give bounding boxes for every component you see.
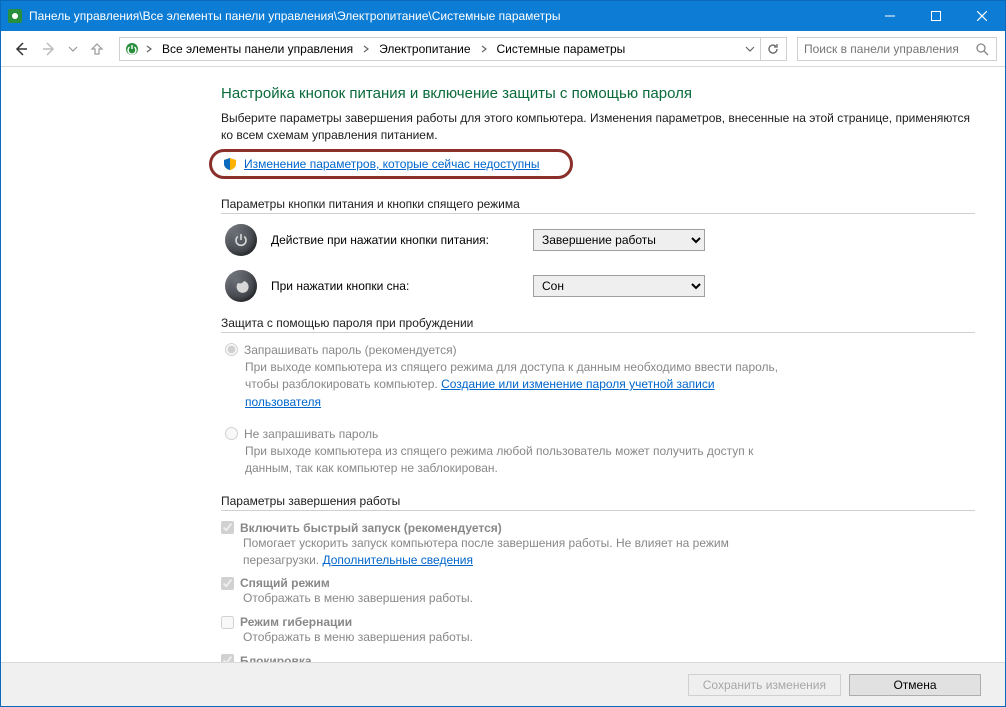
back-button[interactable]: [9, 37, 33, 61]
address-bar[interactable]: Все элементы панели управления Электропи…: [119, 37, 787, 61]
require-password-radio-input[interactable]: [225, 343, 238, 356]
require-password-radio[interactable]: Запрашивать пароль (рекомендуется): [225, 343, 975, 357]
sleep-icon: [225, 270, 257, 302]
sleep-button-action-select[interactable]: Сон: [533, 275, 705, 297]
no-password-radio[interactable]: Не запрашивать пароль: [225, 427, 975, 441]
fast-startup-desc-text: Помогает ускорить запуск компьютера посл…: [243, 536, 729, 567]
page-intro: Выберите параметры завершения работы для…: [221, 110, 975, 145]
sleep-checkbox[interactable]: Спящий режим: [221, 576, 975, 590]
chevron-right-icon[interactable]: [477, 38, 491, 60]
hibernate-checkbox-input[interactable]: [221, 616, 234, 629]
crumb-power[interactable]: Электропитание: [373, 38, 476, 60]
fast-startup-more-link[interactable]: Дополнительные сведения: [322, 553, 472, 567]
forward-button[interactable]: [37, 37, 61, 61]
no-password-radio-input[interactable]: [225, 427, 238, 440]
require-password-label: Запрашивать пароль (рекомендуется): [244, 343, 457, 357]
password-option-require: Запрашивать пароль (рекомендуется) При в…: [221, 343, 975, 411]
sleep-button-action-row: При нажатии кнопки сна: Сон: [221, 270, 975, 302]
chevron-right-icon[interactable]: [359, 38, 373, 60]
bottom-bar: Сохранить изменения Отмена: [1, 662, 1005, 706]
control-panel-icon: [7, 8, 23, 24]
navigation-bar: Все элементы панели управления Электропи…: [1, 31, 1005, 67]
chevron-right-icon[interactable]: [142, 38, 156, 60]
refresh-button[interactable]: [760, 38, 784, 60]
fast-startup-checkbox[interactable]: Включить быстрый запуск (рекомендуется): [221, 521, 975, 535]
power-button-action-select[interactable]: Завершение работы: [533, 229, 705, 251]
section-shutdown-header: Параметры завершения работы: [221, 494, 975, 511]
fast-startup-label: Включить быстрый запуск (рекомендуется): [240, 521, 502, 535]
history-chevron-icon[interactable]: [65, 37, 81, 61]
power-options-icon: [122, 41, 142, 57]
require-password-desc: При выходе компьютера из спящего режима …: [245, 359, 785, 411]
sleep-checkbox-input[interactable]: [221, 577, 234, 590]
fast-startup-checkbox-input[interactable]: [221, 521, 234, 534]
no-password-desc: При выходе компьютера из спящего режима …: [245, 443, 785, 478]
up-button[interactable]: [85, 37, 109, 61]
lock-checkbox[interactable]: Блокировка: [221, 654, 975, 662]
sleep-button-label: При нажатии кнопки сна:: [271, 279, 519, 293]
power-icon: [225, 224, 257, 256]
window: Панель управления\Все элементы панели уп…: [0, 0, 1006, 707]
power-button-action-row: Действие при нажатии кнопки питания: Зав…: [221, 224, 975, 256]
fast-startup-desc: Помогает ускорить запуск компьютера посл…: [243, 535, 783, 569]
lock-checkbox-input[interactable]: [221, 654, 234, 662]
crumb-system-settings[interactable]: Системные параметры: [491, 38, 632, 60]
elevate-highlight: Изменение параметров, которые сейчас нед…: [209, 149, 573, 179]
lock-label: Блокировка: [240, 654, 312, 662]
section-power-buttons-header: Параметры кнопки питания и кнопки спящег…: [221, 197, 975, 214]
hibernate-label: Режим гибернации: [240, 615, 352, 629]
save-button[interactable]: Сохранить изменения: [688, 674, 841, 696]
section-password-header: Защита с помощью пароля при пробуждении: [221, 316, 975, 333]
password-option-none: Не запрашивать пароль При выходе компьют…: [221, 427, 975, 478]
minimize-button[interactable]: [867, 1, 913, 31]
maximize-button[interactable]: [913, 1, 959, 31]
uac-shield-icon: [222, 156, 238, 172]
sleep-desc: Отображать в меню завершения работы.: [243, 590, 783, 607]
hibernate-desc: Отображать в меню завершения работы.: [243, 629, 783, 646]
content-area: Настройка кнопок питания и включение защ…: [1, 67, 1005, 706]
page-title: Настройка кнопок питания и включение защ…: [221, 85, 975, 102]
address-dropdown-icon[interactable]: [740, 44, 760, 54]
title-bar: Панель управления\Все элементы панели уп…: [1, 1, 1005, 31]
sleep-label: Спящий режим: [240, 576, 330, 590]
elevate-link[interactable]: Изменение параметров, которые сейчас нед…: [244, 157, 540, 171]
crumb-all-items[interactable]: Все элементы панели управления: [156, 38, 359, 60]
close-button[interactable]: [959, 1, 1005, 31]
search-box[interactable]: [797, 37, 997, 61]
search-icon[interactable]: [972, 42, 992, 56]
no-password-label: Не запрашивать пароль: [244, 427, 378, 441]
window-title: Панель управления\Все элементы панели уп…: [29, 9, 560, 23]
cancel-button[interactable]: Отмена: [849, 674, 981, 696]
hibernate-checkbox[interactable]: Режим гибернации: [221, 615, 975, 629]
power-button-label: Действие при нажатии кнопки питания:: [271, 233, 519, 247]
search-input[interactable]: [802, 41, 972, 57]
